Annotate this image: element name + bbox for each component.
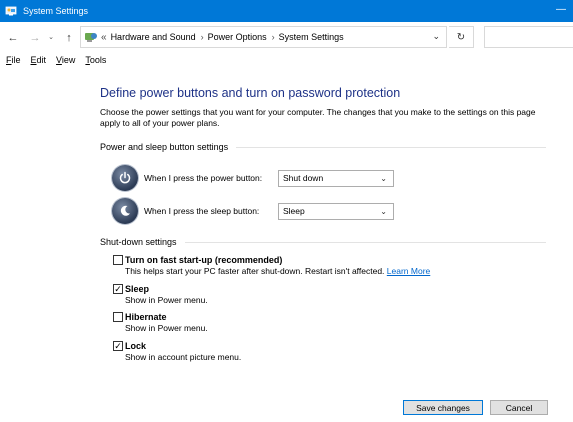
- address-bar[interactable]: « Hardware and Sound › Power Options › S…: [80, 26, 447, 48]
- breadcrumb-system-settings[interactable]: System Settings: [279, 32, 344, 42]
- title-bar: System Settings —: [0, 0, 573, 22]
- sleep-button-row: When I press the sleep button: Sleep ⌄: [112, 198, 394, 224]
- sleep-checkbox[interactable]: ✓: [113, 284, 123, 294]
- hibernate-label[interactable]: Hibernate: [125, 312, 167, 322]
- control-panel-icon: [5, 6, 17, 16]
- sleep-description: Show in Power menu.: [125, 295, 208, 305]
- sleep-button-label: When I press the sleep button:: [144, 206, 260, 216]
- section-divider: [184, 241, 546, 243]
- recent-locations-button[interactable]: ⌄: [44, 31, 58, 45]
- lock-label[interactable]: Lock: [125, 341, 146, 351]
- page-title: Define power buttons and turn on passwor…: [100, 86, 401, 100]
- menu-bar: File Edit View Tools: [0, 55, 573, 70]
- main-content: Define power buttons and turn on passwor…: [100, 86, 550, 129]
- search-input[interactable]: [484, 26, 573, 48]
- fast-startup-description: This helps start your PC faster after sh…: [125, 266, 431, 276]
- power-button-label: When I press the power button:: [144, 173, 263, 183]
- power-button-select[interactable]: Shut down ⌄: [278, 169, 394, 187]
- lock-option: ✓ Lock Show in account picture menu.: [113, 341, 241, 362]
- menu-view[interactable]: View: [56, 55, 75, 70]
- power-symbol-icon: [119, 171, 131, 184]
- menu-file[interactable]: File: [6, 55, 21, 70]
- hibernate-option: Hibernate Show in Power menu.: [113, 312, 208, 333]
- power-button-row: When I press the power button: Shut down…: [112, 165, 394, 191]
- chevron-down-icon: ⌄: [380, 173, 387, 183]
- navigation-bar: ← → ⌄ ↑ « Hardware and Sound › Power Opt…: [0, 22, 573, 53]
- breadcrumb-hardware-and-sound[interactable]: Hardware and Sound: [111, 32, 196, 42]
- power-icon: [112, 165, 138, 191]
- shutdown-section-header: Shut-down settings: [100, 237, 546, 247]
- section-divider: [236, 146, 546, 148]
- address-dropdown-icon[interactable]: ⌄: [432, 31, 440, 42]
- sleep-button-value: Sleep: [283, 206, 305, 216]
- lock-checkbox[interactable]: ✓: [113, 341, 123, 351]
- page-description: Choose the power settings that you want …: [100, 107, 536, 128]
- refresh-button[interactable]: ↻: [449, 26, 474, 48]
- sleep-button-select[interactable]: Sleep ⌄: [278, 202, 394, 220]
- cancel-button[interactable]: Cancel: [490, 400, 548, 415]
- power-button-value: Shut down: [283, 173, 324, 183]
- back-button[interactable]: ←: [6, 31, 20, 45]
- shutdown-section-title: Shut-down settings: [100, 237, 177, 247]
- chevron-down-icon: ⌄: [380, 206, 387, 216]
- window-title: System Settings: [23, 6, 89, 16]
- moon-icon: [120, 205, 130, 216]
- fast-startup-option: Turn on fast start-up (recommended) This…: [113, 255, 430, 276]
- minimize-button[interactable]: —: [555, 4, 567, 16]
- fast-startup-label[interactable]: Turn on fast start-up (recommended): [125, 255, 282, 265]
- up-button[interactable]: ↑: [62, 31, 76, 45]
- menu-tools[interactable]: Tools: [85, 55, 106, 70]
- chevron-right-icon[interactable]: ›: [201, 32, 204, 42]
- breadcrumb-power-options[interactable]: Power Options: [208, 32, 267, 42]
- lock-description: Show in account picture menu.: [125, 352, 242, 362]
- forward-button[interactable]: →: [28, 31, 42, 45]
- breadcrumb-overflow-icon[interactable]: «: [101, 32, 107, 43]
- sleep-label[interactable]: Sleep: [125, 284, 149, 294]
- sleep-icon: [112, 198, 138, 224]
- fast-startup-checkbox[interactable]: [113, 255, 123, 265]
- save-changes-button[interactable]: Save changes: [403, 400, 483, 415]
- power-section-header: Power and sleep button settings: [100, 142, 546, 152]
- hibernate-description: Show in Power menu.: [125, 323, 208, 333]
- chevron-right-icon[interactable]: ›: [272, 32, 275, 42]
- hardware-sound-icon: [85, 33, 97, 42]
- menu-edit[interactable]: Edit: [31, 55, 47, 70]
- sleep-option: ✓ Sleep Show in Power menu.: [113, 284, 208, 305]
- learn-more-link[interactable]: Learn More: [387, 266, 430, 276]
- hibernate-checkbox[interactable]: [113, 312, 123, 322]
- power-section-title: Power and sleep button settings: [100, 142, 229, 152]
